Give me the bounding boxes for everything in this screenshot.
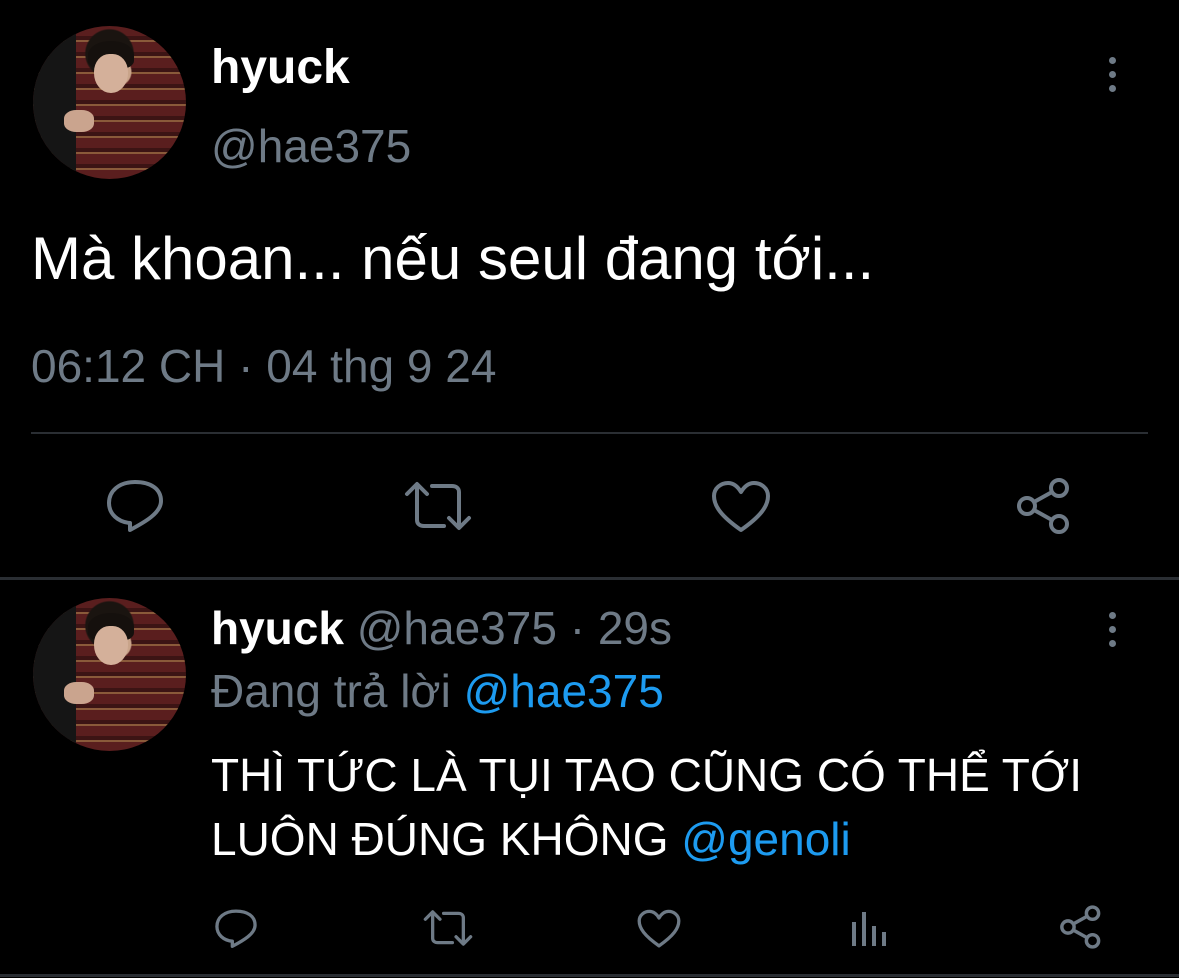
reply-icon[interactable]	[105, 477, 165, 533]
bottom-divider	[0, 974, 1179, 977]
reply-handle[interactable]: @hae375	[357, 602, 557, 654]
share-icon[interactable]	[1058, 904, 1104, 950]
user-handle[interactable]: @hae375	[211, 118, 411, 174]
tweet-text: Mà khoan... nếu seul đang tới...	[31, 225, 875, 292]
separator-dot: ·	[238, 340, 254, 392]
display-name[interactable]: hyuck	[211, 40, 350, 96]
share-icon[interactable]	[1014, 476, 1074, 536]
tweet-date: 04 thg 9 24	[266, 340, 497, 392]
mention-link[interactable]: @genoli	[681, 813, 850, 865]
reply-avatar[interactable]	[33, 598, 186, 751]
more-vertical-icon[interactable]	[1109, 612, 1116, 647]
retweet-icon[interactable]	[423, 909, 473, 947]
reply-text-line: LUÔN ĐÚNG KHÔNG @genoli	[211, 807, 1082, 871]
reply-icon[interactable]	[214, 907, 258, 949]
tweet-time: 06:12 CH	[31, 340, 226, 392]
reply-text: THÌ TỨC LÀ TỤI TAO CŨNG CÓ THỂ TỚI LUÔN …	[211, 743, 1082, 871]
reply-text-line: THÌ TỨC LÀ TỤI TAO CŨNG CÓ THỂ TỚI	[211, 749, 1083, 801]
reply-age[interactable]: 29s	[598, 602, 672, 654]
like-icon[interactable]	[711, 480, 771, 534]
section-divider	[0, 577, 1179, 580]
replying-to-mention[interactable]: @hae375	[464, 665, 664, 717]
tweet-timestamp[interactable]: 06:12 CH · 04 thg 9 24	[31, 338, 496, 394]
reply-header: hyuck @hae375 · 29s	[211, 600, 672, 656]
reply-display-name[interactable]: hyuck	[211, 602, 344, 654]
reply-text-fragment: LUÔN ĐÚNG KHÔNG	[211, 813, 669, 865]
replying-to: Đang trả lời @hae375	[211, 663, 664, 719]
divider	[31, 432, 1148, 434]
more-vertical-icon[interactable]	[1109, 57, 1116, 92]
analytics-icon[interactable]	[851, 908, 887, 948]
separator-dot: ·	[569, 602, 586, 654]
like-icon[interactable]	[637, 909, 681, 949]
replying-label: Đang trả lời	[211, 665, 451, 717]
avatar[interactable]	[33, 26, 186, 179]
retweet-icon[interactable]	[404, 480, 472, 532]
